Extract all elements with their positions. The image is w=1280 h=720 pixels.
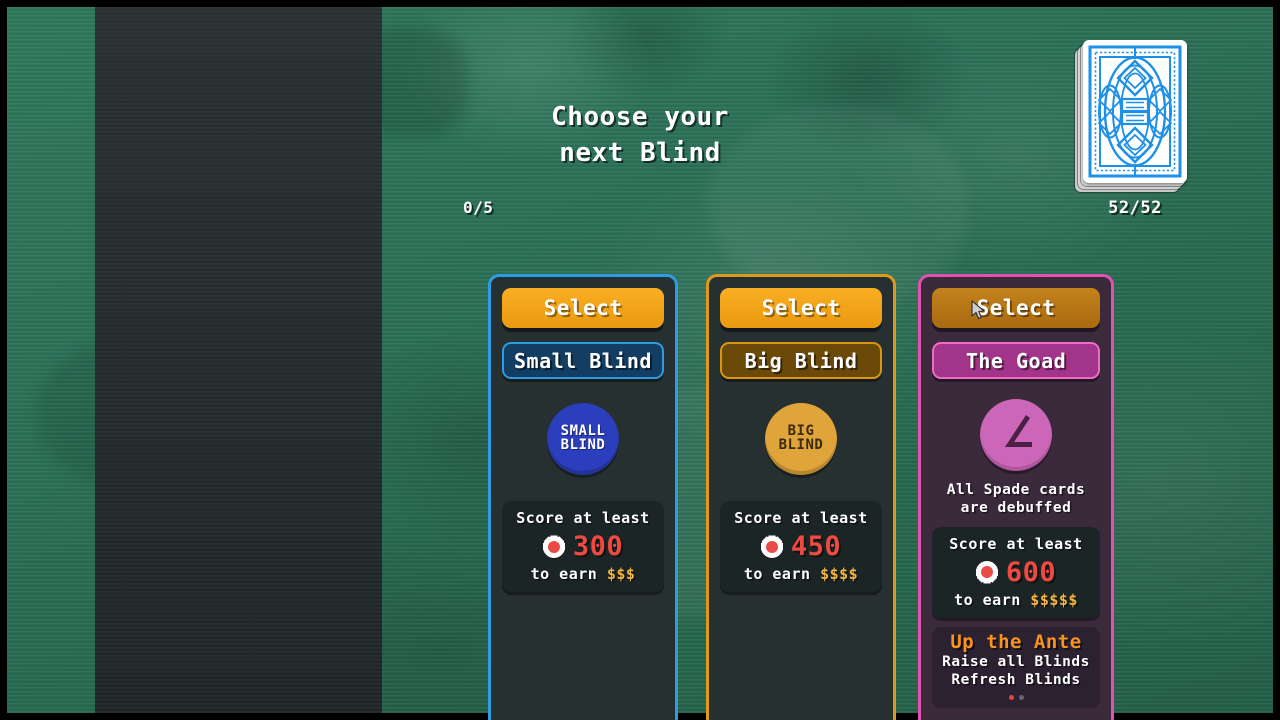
deck-top-card [1083, 40, 1187, 183]
select-button-small[interactable]: Select [502, 288, 664, 328]
score-target-row: 300 [506, 531, 660, 562]
blind-name-boss: The Goad [932, 342, 1100, 379]
reward-row: to earn $$$$ [724, 565, 878, 583]
blind-name-small: Small Blind [502, 342, 664, 379]
score-target-row: 600 [936, 557, 1096, 588]
score-prefix: Score at least [734, 509, 868, 527]
score-requirement-small: Score at least 300 to earn $$$ [502, 501, 664, 592]
blind-card-big[interactable]: Select Big Blind BIG BLIND Score at leas… [706, 274, 896, 720]
sidebar [95, 7, 382, 713]
score-target: 450 [790, 531, 842, 562]
mouse-cursor-icon [971, 300, 985, 320]
score-target: 300 [572, 531, 624, 562]
deck-pile[interactable] [1075, 40, 1187, 192]
blind-card-small[interactable]: Select Small Blind SMALL BLIND Score at … [488, 274, 678, 720]
up-the-ante-line2: Refresh Blinds [951, 672, 1081, 689]
pagination-dot[interactable] [1018, 695, 1024, 701]
score-target: 600 [1005, 556, 1057, 588]
token-line2: BLIND [778, 437, 824, 453]
earn-cash: $$$ [606, 565, 636, 583]
pagination-dot-active[interactable] [1008, 695, 1014, 701]
earn-prefix: to earn [954, 590, 1021, 609]
up-the-ante-title: Up the Ante [950, 630, 1082, 653]
earn-cash: $$$$$ [1030, 590, 1078, 609]
pagination-dots[interactable] [932, 695, 1100, 701]
blind-name-big: Big Blind [720, 342, 882, 379]
score-requirement-big: Score at least 450 to earn $$$$ [720, 501, 882, 592]
boss-description-line2: are debuffed [960, 500, 1072, 517]
score-requirement-boss: Score at least 600 to earn $$$$$ [932, 526, 1100, 618]
earn-prefix: to earn [530, 565, 598, 583]
sidebar-scanlines [95, 7, 382, 713]
deck-count: 52/52 [1108, 198, 1162, 218]
hand-card-count: 0/5 [463, 198, 494, 217]
score-target-row: 450 [724, 531, 878, 562]
select-button-big[interactable]: Select [720, 288, 882, 328]
chip-icon [975, 561, 998, 584]
score-prefix: Score at least [516, 509, 650, 527]
chip-icon [760, 535, 783, 558]
up-the-ante-line1: Raise all Blinds [942, 653, 1090, 670]
up-the-ante-section: Up the Ante Raise all Blinds Refresh Bli… [932, 626, 1100, 709]
big-blind-token-icon: BIG BLIND [765, 403, 837, 475]
card-back-art [1088, 45, 1182, 178]
boss-description: All Spade cards are debuffed [932, 481, 1100, 518]
game-screen: Choose your next Blind Round score 0 0 X… [0, 0, 1280, 720]
token-line2: BLIND [560, 437, 606, 453]
reward-row: to earn $$$ [506, 565, 660, 583]
score-prefix: Score at least [949, 534, 1083, 553]
earn-cash: $$$$ [820, 565, 859, 583]
boss-description-line1: All Spade cards [946, 482, 1086, 498]
goad-boss-icon [980, 399, 1052, 471]
earn-prefix: to earn [743, 565, 811, 583]
chip-icon [542, 535, 565, 558]
small-blind-token-icon: SMALL BLIND [547, 403, 619, 475]
select-button-boss[interactable]: Select [932, 288, 1100, 328]
goad-glyph [1005, 415, 1032, 447]
reward-row: to earn $$$$$ [936, 591, 1096, 609]
blind-card-boss[interactable]: Select The Goad All Spade cards are debu… [918, 274, 1114, 720]
